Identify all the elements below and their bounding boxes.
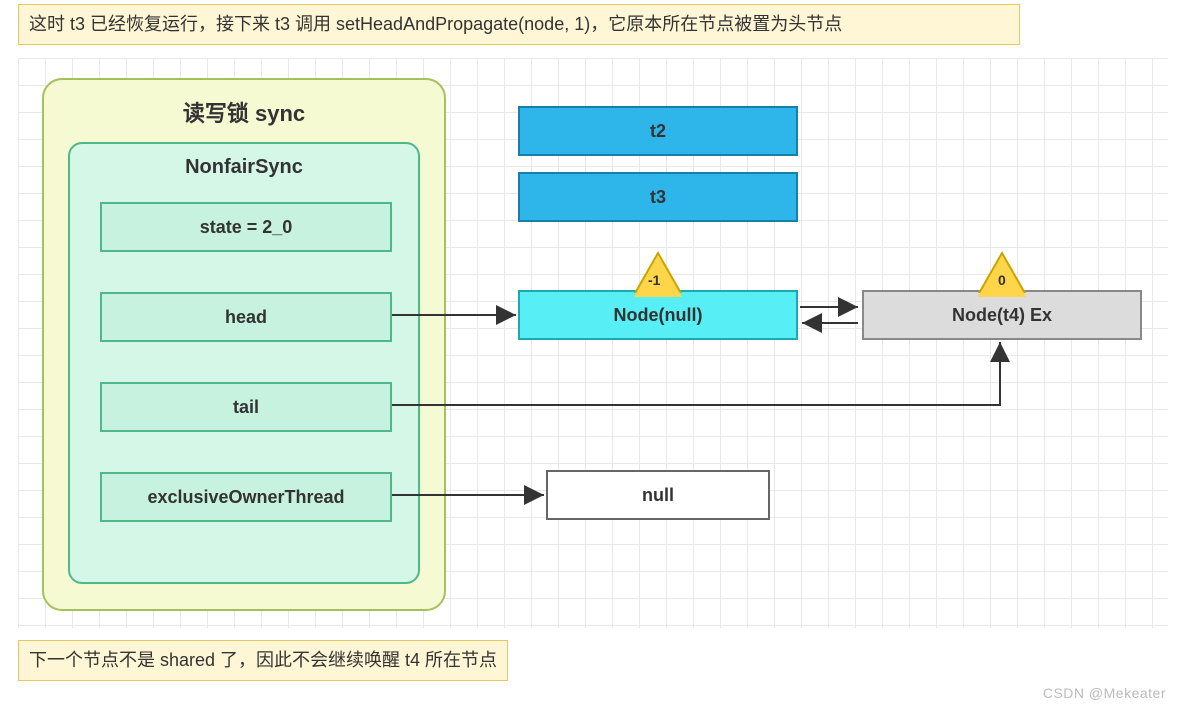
field-state: state = 2_0 [100,202,392,252]
watermark: CSDN @Mekeater [1043,685,1166,701]
nonfair-sync-title: NonfairSync [70,156,418,179]
triangle-left-label: -1 [648,272,660,288]
thread-t2: t2 [518,106,798,156]
node-ex: Node(t4) Ex [862,290,1142,340]
diagram-canvas: 这时 t3 已经恢复运行，接下来 t3 调用 setHeadAndPropaga… [0,0,1184,707]
node-null: null [546,470,770,520]
note-bottom: 下一个节点不是 shared 了，因此不会继续唤醒 t4 所在节点 [18,640,508,681]
field-exclusive-owner-thread: exclusiveOwnerThread [100,472,392,522]
field-tail: tail [100,382,392,432]
node-head: Node(null) [518,290,798,340]
triangle-right-label: 0 [998,272,1006,288]
nonfair-sync-container: NonfairSync state = 2_0 head tail exclus… [68,142,420,584]
field-head: head [100,292,392,342]
sync-title: 读写锁 sync [44,96,444,128]
note-top: 这时 t3 已经恢复运行，接下来 t3 调用 setHeadAndPropaga… [18,4,1020,45]
thread-t3: t3 [518,172,798,222]
